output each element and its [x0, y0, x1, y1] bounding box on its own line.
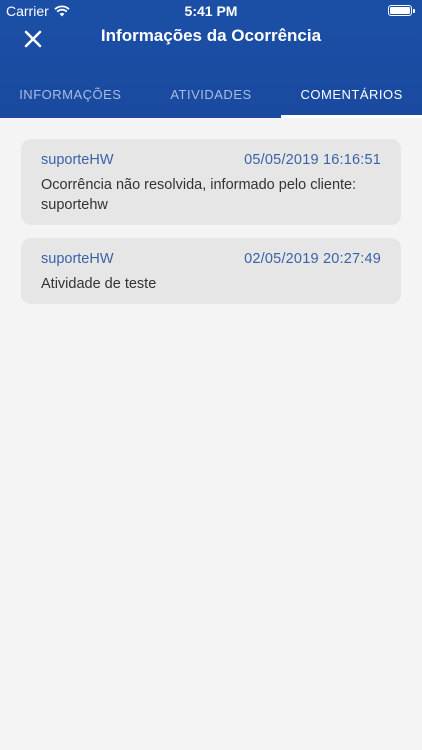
app-header: Carrier 5:41 PM Informações da Ocorrênci… [0, 0, 422, 118]
comment-text: Ocorrência não resolvida, informado pelo… [41, 177, 357, 213]
tab-informacoes[interactable]: INFORMAÇÕES [0, 70, 141, 118]
comment-card: suporteHW 05/05/2019 16:16:51 Ocorrência… [21, 139, 401, 225]
comment-header: suporteHW 05/05/2019 16:16:51 [41, 149, 381, 171]
comment-date: 02/05/2019 20:27:49 [244, 251, 381, 267]
comment-date: 05/05/2019 16:16:51 [244, 152, 381, 168]
tab-atividades[interactable]: ATIVIDADES [141, 70, 282, 118]
comment-author: suporteHW [41, 152, 114, 168]
tab-comentarios[interactable]: COMENTÁRIOS [281, 70, 422, 118]
comment-card: suporteHW 02/05/2019 20:27:49 Atividade … [21, 238, 401, 304]
tab-bar: INFORMAÇÕES ATIVIDADES COMENTÁRIOS [0, 70, 422, 118]
status-time: 5:41 PM [184, 3, 238, 19]
page-title: Informações da Ocorrência [100, 26, 322, 45]
comment-author: suporteHW [41, 251, 114, 267]
navigation-bar: Informações da Ocorrência [0, 22, 422, 70]
comments-list: suporteHW 05/05/2019 16:16:51 Ocorrência… [0, 118, 422, 317]
status-bar: Carrier 5:41 PM [0, 0, 422, 22]
comment-text: Atividade de teste [41, 276, 157, 292]
battery-icon [388, 5, 415, 16]
comment-header: suporteHW 02/05/2019 20:27:49 [41, 248, 381, 270]
